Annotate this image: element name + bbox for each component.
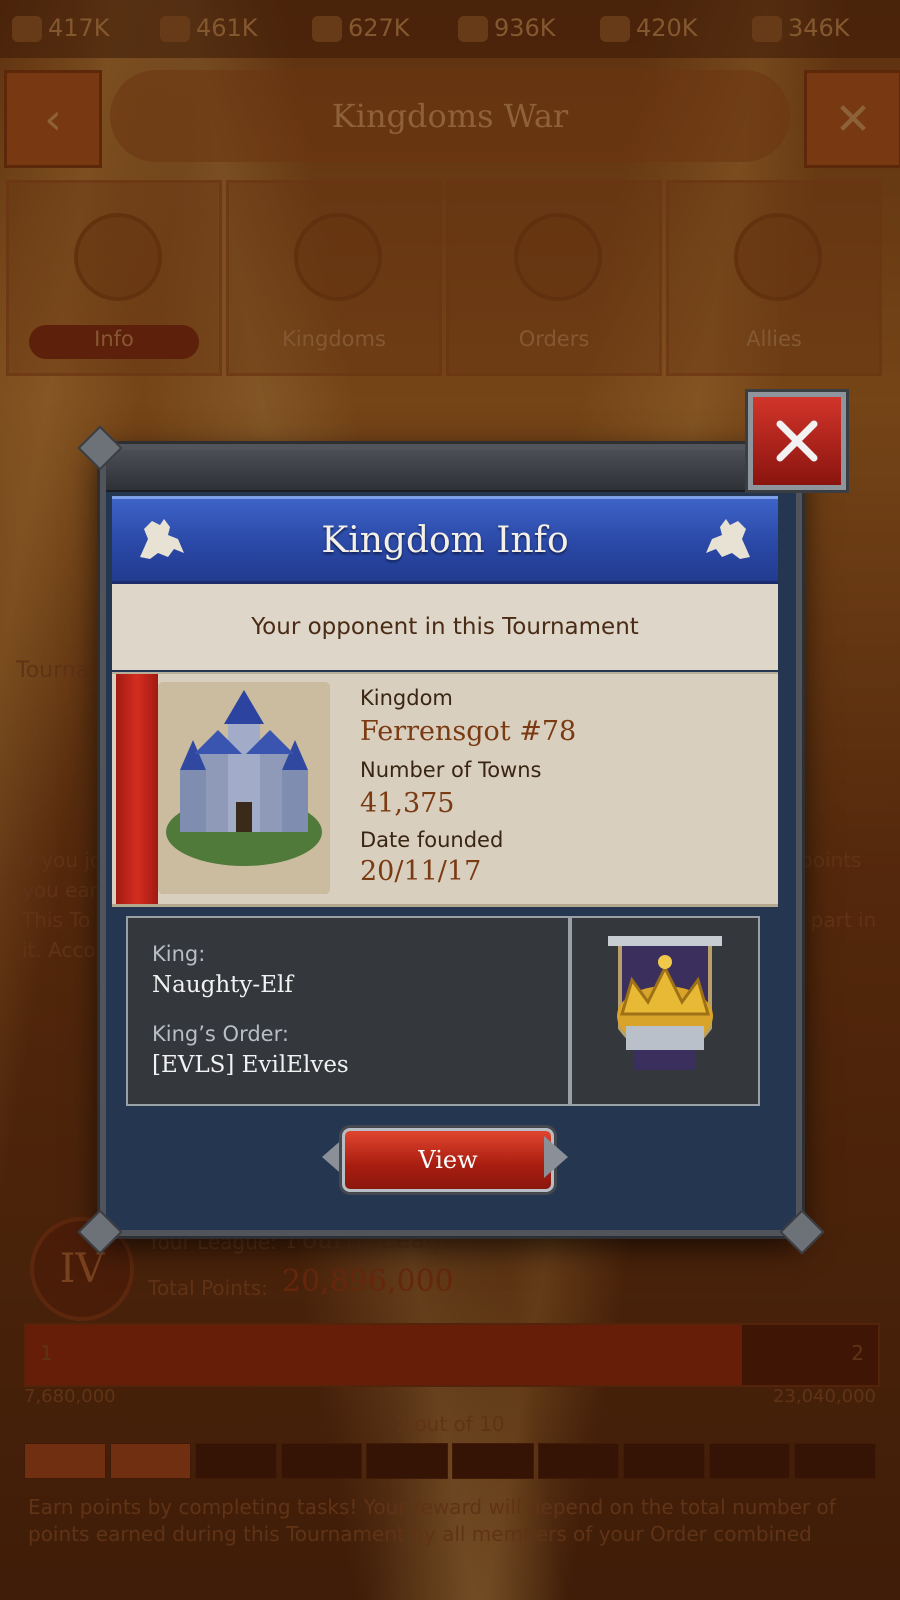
kingdom-name: Ferrensgot #78 — [360, 716, 577, 747]
order-name: [EVLS] EvilElves — [152, 1052, 349, 1078]
crown-crest-icon — [608, 936, 722, 1070]
order-crest-panel — [570, 916, 760, 1106]
king-name: Naughty-Elf — [152, 972, 293, 998]
founded-value: 20/11/17 — [360, 856, 482, 887]
dialog-close-button[interactable] — [748, 392, 846, 490]
order-label: King’s Order: — [152, 1022, 289, 1046]
castle-icon — [158, 682, 330, 894]
dialog-subtitle: Your opponent in this Tournament — [112, 584, 778, 670]
dialog-banner: Kingdom Info — [112, 496, 778, 584]
lion-icon — [140, 519, 184, 559]
king-label: King: — [152, 942, 206, 966]
close-icon — [776, 420, 818, 462]
founded-label: Date founded — [360, 828, 504, 852]
view-button-wing — [544, 1136, 568, 1178]
towns-label: Number of Towns — [360, 758, 542, 782]
king-panel: King: Naughty-Elf King’s Order: [EVLS] E… — [126, 916, 570, 1106]
towns-value: 41,375 — [360, 788, 455, 819]
red-ribbon — [116, 674, 158, 904]
kingdom-info-dialog: Kingdom Info Your opponent in this Tourn… — [77, 425, 825, 1255]
view-button[interactable]: View — [342, 1128, 554, 1192]
dialog-frame-top — [106, 450, 796, 492]
dialog-title: Kingdom Info — [321, 519, 569, 561]
lion-icon — [706, 519, 750, 559]
kingdom-details: Kingdom Ferrensgot #78 Number of Towns 4… — [112, 672, 778, 907]
kingdom-label: Kingdom — [360, 686, 453, 710]
